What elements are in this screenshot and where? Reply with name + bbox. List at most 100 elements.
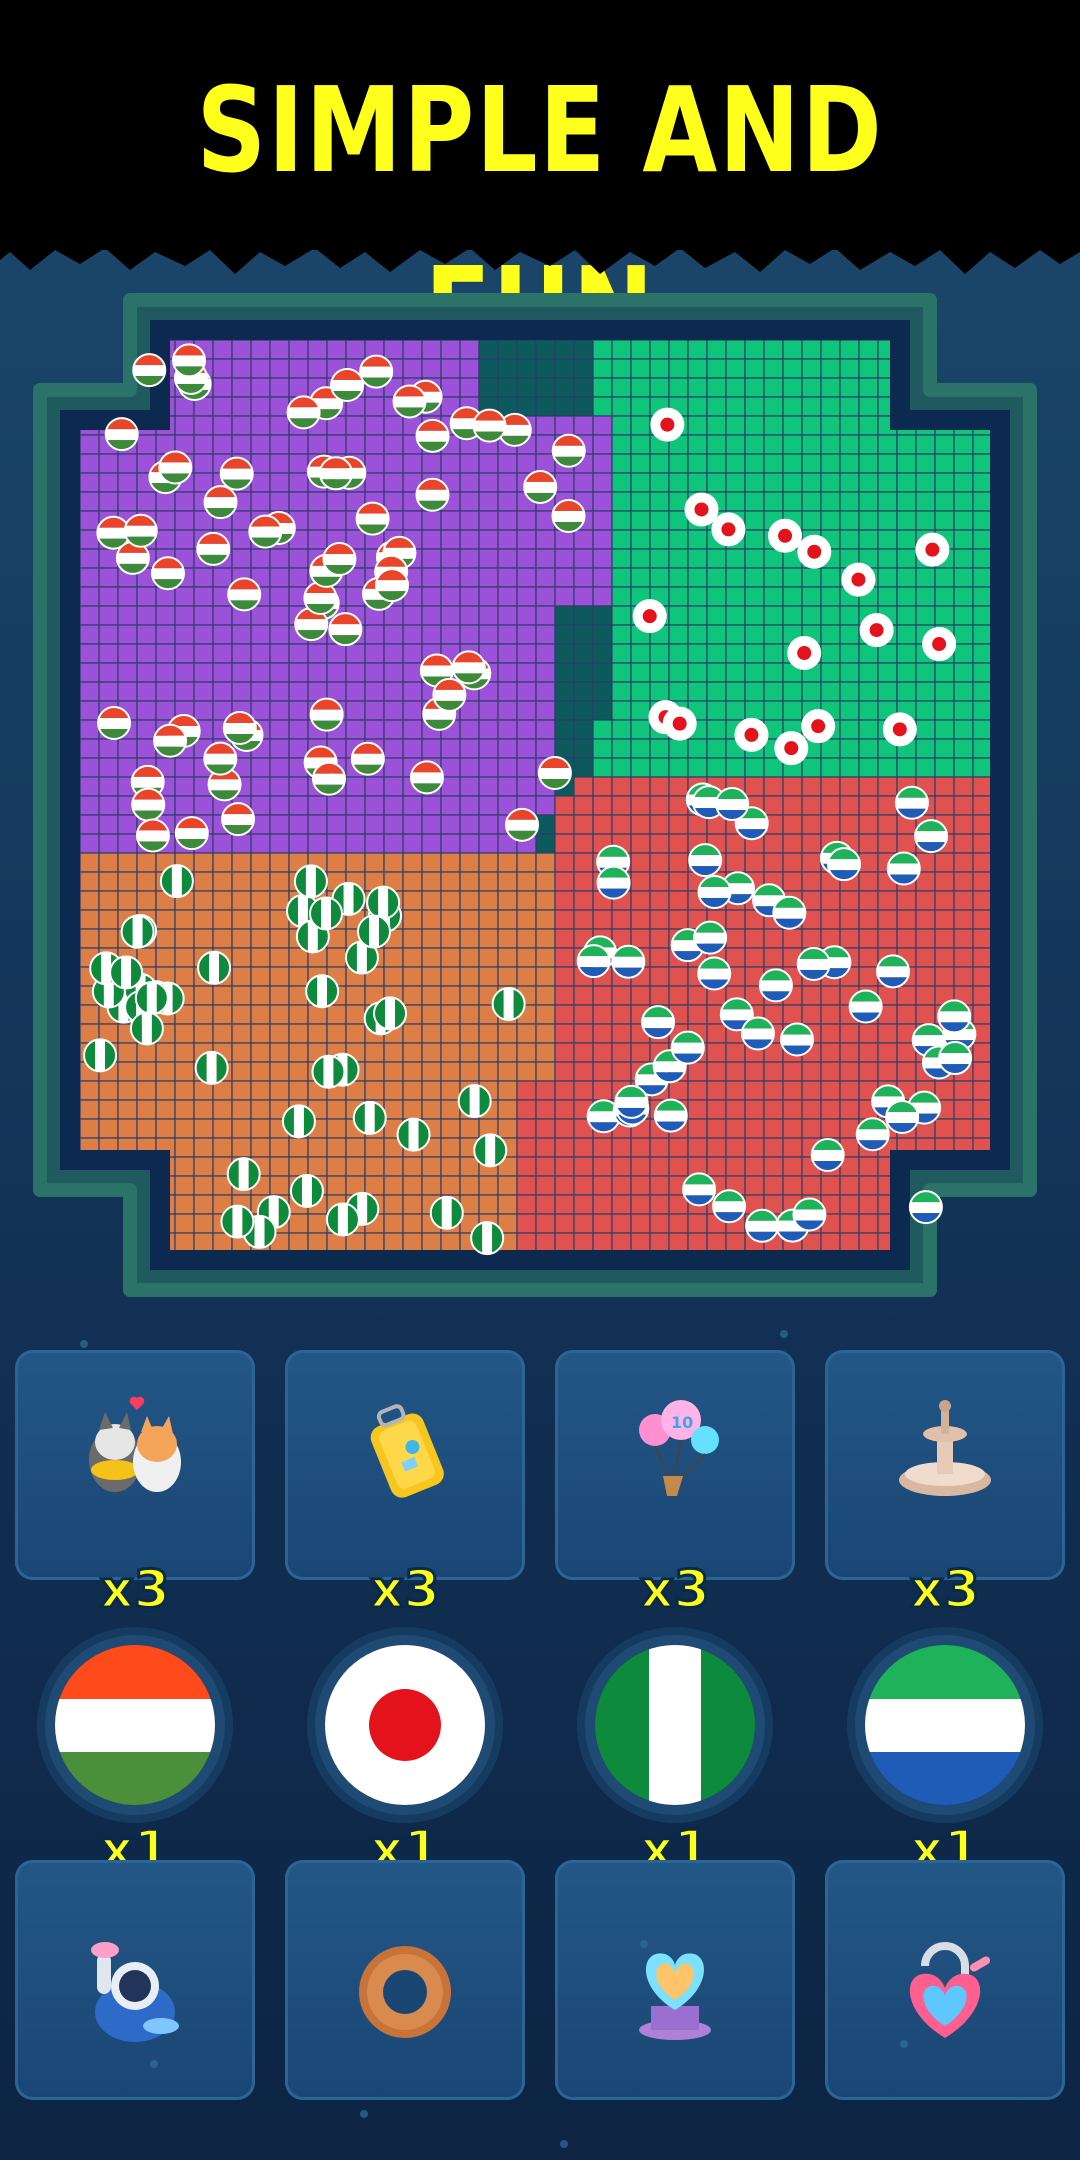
sierra-leone-token [688,843,723,878]
nigeria-token [194,1050,229,1085]
gift-card-row2-1[interactable] [15,1860,255,2100]
sierra-leone-token [937,999,972,1034]
hungary-token [472,408,507,443]
gift-card-2[interactable] [285,1350,525,1580]
nigeria-token [305,974,340,1009]
hungary-token [222,710,257,745]
sierra-leone-token [876,954,911,989]
nigeria-token [373,996,408,1031]
hungary-token [135,818,170,853]
hungary-token [203,741,238,776]
hungary-token [309,697,344,732]
ambient-dot [560,2140,568,2148]
gift-card-row2-4[interactable] [825,1860,1065,2100]
nigeria-token [396,1117,431,1152]
sierra-leone-token [693,920,728,955]
hungary-token [355,501,390,536]
ambient-dot [360,2110,368,2118]
japan-token [859,613,894,648]
gift-card-3[interactable]: 10 [555,1350,795,1580]
nigeria-token [309,896,344,931]
gift-multiplier-4: x3 [909,1559,982,1622]
nigeria-token [356,914,391,949]
nigeria-token [491,987,526,1022]
sierra-leone-token [682,1172,717,1207]
nigeria-token [109,955,144,990]
sierra-leone-token [596,865,631,900]
hungary-token [523,469,558,504]
hungary-token [322,542,357,577]
sierra-leone-token [914,819,949,854]
sierra-leone-token [908,1190,943,1225]
japan-token [841,562,876,597]
ambient-dot [150,2060,158,2068]
hungary-token [227,577,262,612]
game-board [33,293,1037,1297]
hungary-token [221,802,256,837]
hungary-token [359,354,394,389]
fountain-gift-icon [885,1390,1005,1510]
gift-card-row2-3[interactable] [555,1860,795,2100]
nigeria-token [120,914,155,949]
nigeria-token [159,864,194,899]
sierra-leone-flag-icon[interactable] [865,1645,1025,1805]
sierra-leone-token [697,956,732,991]
sierra-leone-token [855,1117,890,1152]
gift-multiplier-3: x3 [639,1559,712,1622]
balloons-gift-icon: 10 [615,1390,735,1510]
hungary-token [131,787,166,822]
gift-card-row2-2[interactable] [285,1860,525,2100]
japan-token [650,407,685,442]
suitcase-gift-icon [345,1390,465,1510]
japan-token [801,709,836,744]
hungary-token [172,343,206,378]
title-banner: SIMPLE AND FUN [0,0,1080,379]
hungary-token [174,816,209,851]
sierra-leone-token [826,847,861,882]
nigeria-token [429,1195,464,1230]
nigeria-token [293,864,328,899]
gift-card-1[interactable] [15,1350,255,1580]
japan-token [632,599,667,634]
nigeria-token [473,1133,508,1168]
ambient-dot [640,1940,648,1948]
japan-token [768,518,803,553]
japan-token [922,627,957,662]
nigeria-token [281,1104,316,1139]
japan-token [711,512,746,547]
hungary-flag-icon[interactable] [55,1645,215,1805]
nigeria-flag-icon[interactable] [595,1645,755,1805]
japan-token [684,492,719,527]
hungary-token [203,485,238,520]
lion-mane-gift-icon [345,1930,465,2050]
banner-title: SIMPLE AND FUN [196,61,884,379]
heart-box-gift-icon [615,1930,735,2050]
nigeria-token [83,1038,118,1073]
hungary-token [219,456,254,491]
sierra-leone-token [697,874,732,909]
gift-card-4[interactable] [825,1350,1065,1580]
sierra-leone-token [740,1016,775,1051]
nigeria-token [352,1100,387,1135]
hungary-token [505,807,540,842]
hungary-token [415,477,450,512]
hungary-token [286,395,321,430]
nigeria-token [457,1084,492,1119]
sierra-leone-token [653,1098,688,1133]
sierra-leone-token [712,1189,747,1224]
nigeria-token [311,1054,346,1089]
ambient-dot [80,1340,88,1348]
sierra-leone-token [780,1022,815,1057]
nigeria-token [197,950,232,985]
game-board-frame [30,280,1050,1320]
hungary-token [551,433,586,468]
sierra-leone-token [670,1030,705,1065]
hungary-token [374,568,409,603]
hungary-token [330,367,365,402]
japan-token [662,706,697,741]
gift-multiplier-1: x3 [99,1559,172,1622]
nigeria-token [220,1204,255,1239]
japan-flag-icon[interactable] [325,1645,485,1805]
hungary-token [328,612,363,647]
japan-token [734,717,769,752]
